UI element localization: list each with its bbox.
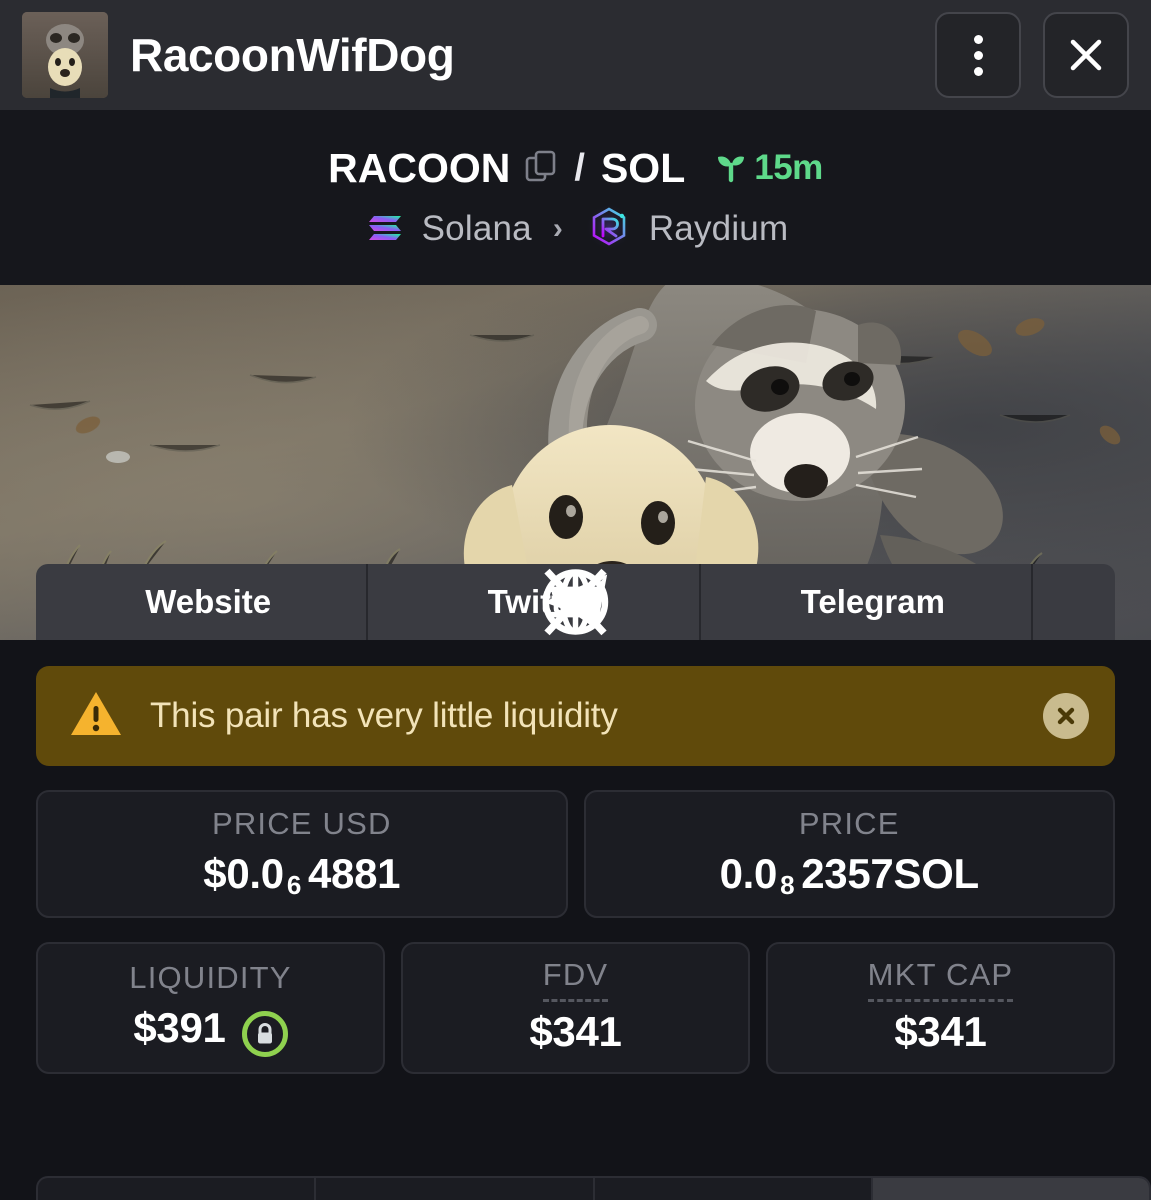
price-cards-row: PRICE USD $0.0 6 4881 PRICE 0.0 8 2357 SOL: [36, 790, 1115, 918]
price-native-value: 0.0 8 2357 SOL: [719, 850, 980, 900]
pair-age-label: 15m: [754, 148, 823, 187]
timeframe-segment-active[interactable]: [872, 1178, 1149, 1200]
copy-icon[interactable]: [524, 149, 558, 188]
liquidity-cards-row: LIQUIDITY $391 FDV $341 MKT CAP $341: [36, 942, 1115, 1074]
titlebar-buttons: [935, 12, 1129, 98]
stats-body: This pair has very little liquidity PRIC…: [0, 640, 1151, 1200]
timeframe-segment[interactable]: [595, 1178, 873, 1200]
chain-name: Solana: [421, 209, 532, 248]
timeframe-segment[interactable]: [316, 1178, 595, 1200]
breadcrumb-arrow: ›: [552, 212, 563, 245]
social-links-bar: Website Twitter Telegram: [36, 564, 1115, 640]
window-title: RacoonWifDog: [130, 29, 455, 81]
close-icon: [1070, 39, 1102, 71]
close-circle-icon: [1057, 707, 1075, 725]
base-token-symbol: RACOON: [328, 144, 511, 191]
token-banner-image: Website Twitter Telegram: [0, 285, 1151, 640]
market-cap-value: $341: [894, 1007, 987, 1055]
price-native-card: PRICE 0.0 8 2357 SOL: [583, 790, 1115, 918]
pair-symbols-row: RACOON / SOL 15m: [328, 145, 823, 192]
timeframe-segmented-control: [36, 1176, 1151, 1200]
price-usd-prefix: $0.0: [203, 850, 284, 897]
price-native-label: PRICE: [798, 806, 900, 841]
pair-age: 15m: [711, 146, 823, 191]
solana-logo-icon: [363, 205, 407, 254]
titlebar: RacoonWifDog: [0, 0, 1151, 110]
liquidity-value: $391: [133, 1003, 226, 1051]
quote-token-symbol: SOL: [600, 144, 686, 191]
chain-dex-row: Solana › Raydium: [363, 202, 789, 257]
dex-name: Raydium: [648, 209, 789, 248]
close-window-button[interactable]: [1043, 12, 1129, 98]
price-usd-zero-count: 6: [286, 870, 301, 900]
liquidity-value-wrap: $391: [133, 1003, 288, 1057]
price-usd-suffix: 4881: [307, 850, 401, 897]
price-native-prefix: 0.0: [719, 850, 778, 897]
fdv-card: FDV $341: [401, 942, 750, 1074]
price-usd-label: PRICE USD: [211, 806, 392, 841]
market-cap-label[interactable]: MKT CAP: [867, 957, 1014, 1002]
price-usd-card: PRICE USD $0.0 6 4881: [36, 790, 568, 918]
fdv-label[interactable]: FDV: [542, 957, 609, 1002]
pair-header: RACOON / SOL 15m Solana › Raydium: [0, 110, 1151, 285]
liquidity-label: LIQUIDITY: [129, 959, 292, 995]
price-native-unit: SOL: [893, 850, 979, 897]
warning-message: This pair has very little liquidity: [150, 696, 618, 735]
chevron-down-icon: [551, 587, 600, 619]
token-detail-screen: RacoonWifDog RACOON / SOL 15m Solana › R…: [0, 0, 1151, 1200]
seedling-icon: [711, 146, 751, 191]
warning-triangle-icon: [68, 686, 124, 747]
price-native-suffix: 2357: [801, 850, 894, 897]
timeframe-segment[interactable]: [38, 1178, 317, 1200]
lock-icon[interactable]: [241, 1010, 288, 1057]
market-cap-card: MKT CAP $341: [766, 942, 1115, 1074]
overflow-menu-button[interactable]: [935, 12, 1021, 98]
liquidity-warning-banner: This pair has very little liquidity: [36, 666, 1115, 766]
liquidity-card: LIQUIDITY $391: [36, 942, 385, 1074]
more-links-button[interactable]: [551, 564, 1115, 640]
fdv-value: $341: [529, 1007, 622, 1055]
dismiss-warning-button[interactable]: [1043, 693, 1089, 739]
pair-separator: /: [574, 146, 585, 189]
kebab-menu-icon: [973, 34, 983, 76]
avatar: [22, 12, 108, 98]
price-native-zero-count: 8: [780, 870, 795, 900]
price-usd-value: $0.0 6 4881: [203, 850, 401, 900]
raydium-logo-icon: [584, 202, 634, 257]
